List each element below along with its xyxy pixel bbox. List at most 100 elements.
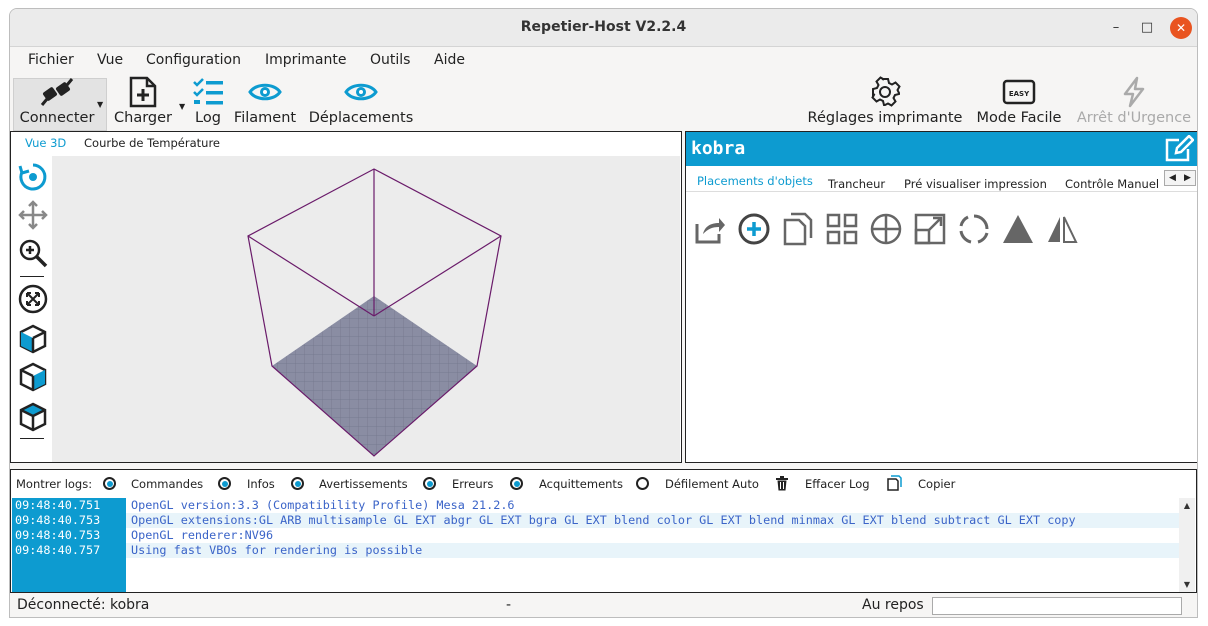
cube-view-front-icon[interactable] — [18, 324, 48, 354]
mirror-object-icon[interactable] — [1045, 212, 1079, 246]
menu-imprimante[interactable]: Imprimante — [265, 52, 347, 68]
view-panel: Vue 3D Courbe de Température — [10, 131, 682, 463]
tab-manual-control[interactable]: Contrôle Manuel — [1065, 177, 1159, 191]
easy-mode-icon: EASY — [1002, 79, 1036, 105]
easy-mode-button[interactable]: EASY Mode Facile — [972, 74, 1066, 130]
acks-label: Acquittements — [539, 477, 623, 491]
log-message: OpenGL renderer:NV96 — [131, 528, 274, 542]
acks-radio[interactable] — [510, 477, 523, 490]
load-dropdown-arrow[interactable]: ▼ — [179, 102, 185, 111]
cut-object-icon[interactable] — [1001, 212, 1035, 246]
menu-outils[interactable]: Outils — [370, 52, 410, 68]
tab-scroll-left[interactable]: ◀ — [1165, 171, 1180, 185]
share-icon[interactable] — [693, 212, 727, 246]
close-button[interactable]: ✕ — [1170, 17, 1192, 39]
log-timestamps: 09:48:40.751 09:48:40.753 09:48:40.753 0… — [12, 498, 126, 592]
eye-icon — [344, 83, 378, 101]
errors-radio[interactable] — [423, 477, 436, 490]
scale-object-icon[interactable] — [913, 212, 947, 246]
log-filter-label: Montrer logs: — [16, 477, 93, 491]
edit-icon[interactable] — [1164, 135, 1194, 163]
menu-configuration[interactable]: Configuration — [146, 52, 241, 68]
log-time: 09:48:40.753 — [15, 513, 101, 527]
tab-temperature-curve[interactable]: Courbe de Température — [84, 136, 220, 150]
tab-print-preview[interactable]: Pré visualiser impression — [904, 177, 1047, 191]
menu-vue[interactable]: Vue — [97, 52, 123, 68]
tab-3d-view[interactable]: Vue 3D — [25, 136, 66, 150]
title-bar: Repetier-Host V2.2.4 – □ ✕ — [10, 9, 1197, 47]
menu-bar: Fichier Vue Configuration Imprimante Out… — [10, 48, 1197, 74]
autoposition-icon[interactable] — [825, 212, 859, 246]
fit-view-icon[interactable] — [18, 284, 48, 314]
log-button[interactable]: Log — [187, 74, 229, 130]
moves-button[interactable]: Déplacements — [306, 74, 416, 130]
log-scrollbar[interactable]: ▲ ▼ — [1179, 498, 1195, 592]
rotate-object-icon[interactable] — [957, 212, 991, 246]
infos-label: Infos — [247, 477, 275, 491]
printer-header: kobra — [686, 132, 1197, 166]
filament-button[interactable]: Filament — [232, 74, 298, 130]
copy-icon[interactable] — [887, 475, 902, 491]
copy-log-button[interactable]: Copier — [918, 477, 955, 491]
tools-divider — [20, 276, 44, 277]
plug-icon — [40, 78, 74, 106]
cube-view-side-icon[interactable] — [18, 362, 48, 392]
infos-radio[interactable] — [218, 477, 231, 490]
center-object-icon[interactable] — [869, 212, 903, 246]
emergency-stop-button[interactable]: Arrêt d'Urgence — [1074, 74, 1194, 130]
minimize-button[interactable]: – — [1105, 17, 1127, 39]
commands-radio[interactable] — [103, 477, 116, 490]
status-separator: - — [506, 597, 512, 613]
status-bar: Déconnecté: kobra - Au repos — [10, 594, 1197, 617]
cube-view-top-icon[interactable] — [18, 402, 48, 432]
print-bed-grid — [272, 296, 477, 456]
toolbar: Connecter ▼ Charger ▼ Log Filament Dépla… — [10, 74, 1197, 131]
tab-scroll-right[interactable]: ▶ — [1180, 171, 1195, 185]
tools-divider — [20, 438, 44, 439]
printer-build-volume — [247, 168, 502, 457]
window-title: Repetier-Host V2.2.4 — [520, 19, 687, 35]
move-view-icon[interactable] — [18, 200, 48, 230]
rotate-view-icon[interactable] — [18, 162, 48, 192]
scroll-down-arrow[interactable]: ▼ — [1179, 580, 1195, 589]
trash-icon[interactable] — [775, 476, 789, 491]
gear-icon — [871, 76, 901, 107]
easy-mode-label: Mode Facile — [976, 110, 1062, 126]
scroll-up-arrow[interactable]: ▲ — [1179, 501, 1195, 510]
add-object-icon[interactable] — [737, 212, 771, 246]
connect-label: Connecter — [19, 110, 95, 126]
3d-viewport[interactable] — [52, 156, 680, 462]
log-message: OpenGL version:3.3 (Compatibility Profil… — [131, 498, 515, 512]
warnings-radio[interactable] — [291, 477, 304, 490]
log-message: OpenGL extensions:GL ARB multisample GL … — [126, 513, 1182, 528]
clear-log-button[interactable]: Effacer Log — [805, 477, 870, 491]
lightning-icon — [1123, 76, 1145, 108]
printer-settings-button[interactable]: Réglages imprimante — [805, 74, 965, 130]
log-panel: Montrer logs: Commandes Infos Avertissem… — [10, 469, 1197, 593]
log-filter-bar: Montrer logs: Commandes Infos Avertissem… — [11, 470, 1196, 496]
warnings-label: Avertissements — [319, 477, 408, 491]
tab-object-placement[interactable]: Placements d'objets — [697, 174, 813, 188]
log-time: 09:48:40.757 — [15, 543, 101, 557]
load-button[interactable]: Charger — [110, 74, 176, 130]
easy-badge-text: EASY — [1009, 90, 1030, 98]
log-time: 09:48:40.753 — [15, 528, 101, 542]
maximize-button[interactable]: □ — [1136, 17, 1158, 39]
menu-aide[interactable]: Aide — [434, 52, 465, 68]
connect-button[interactable]: Connecter — [14, 74, 100, 130]
printer-settings-label: Réglages imprimante — [807, 110, 963, 126]
zoom-icon[interactable] — [18, 238, 48, 268]
errors-label: Erreurs — [452, 477, 494, 491]
emergency-stop-label: Arrêt d'Urgence — [1076, 110, 1192, 126]
menu-fichier[interactable]: Fichier — [28, 52, 74, 68]
printer-tabs: Placements d'objets Trancheur Pré visual… — [686, 166, 1197, 192]
tab-scroll-arrows[interactable]: ◀ ▶ — [1164, 170, 1196, 186]
log-message: Using fast VBOs for rendering is possibl… — [126, 543, 1182, 558]
connect-dropdown-arrow[interactable]: ▼ — [97, 100, 103, 109]
connection-status: Déconnecté: kobra — [17, 597, 150, 613]
log-messages: OpenGL version:3.3 (Compatibility Profil… — [126, 498, 1182, 592]
view-tabs: Vue 3D Courbe de Température — [11, 132, 681, 156]
tab-slicer[interactable]: Trancheur — [828, 177, 885, 191]
autoscroll-radio[interactable] — [636, 477, 649, 490]
copy-objects-icon[interactable] — [781, 212, 815, 246]
